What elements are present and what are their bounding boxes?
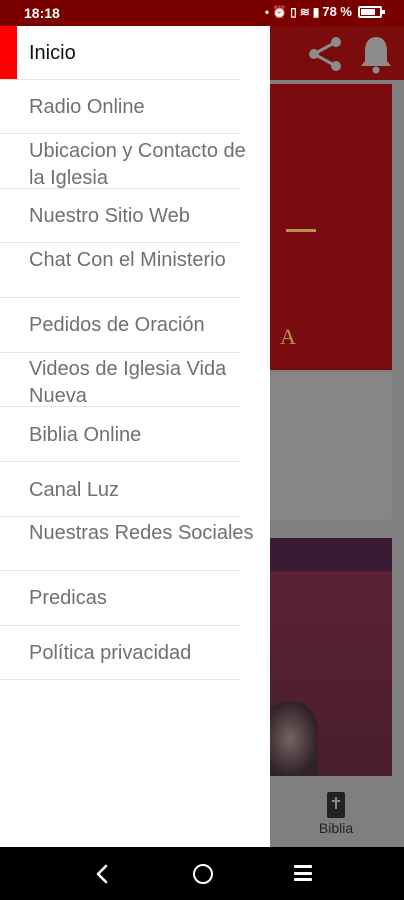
- status-bar: 18:18 • ⏰ ▯ ≋ ▮ 78 %: [0, 0, 404, 26]
- wifi-icon: ≋: [299, 4, 310, 19]
- system-nav-bar: [0, 847, 404, 900]
- status-time: 18:18: [24, 5, 60, 21]
- banner-letter: A: [280, 324, 296, 349]
- menu-item-label: Canal Luz: [29, 479, 120, 501]
- menu-item-label: Biblia Online: [29, 424, 142, 446]
- menu-item-redes-sociales[interactable]: Nuestras Redes Sociales: [0, 517, 270, 571]
- active-indicator: [0, 26, 17, 79]
- alarm-icon: ⏰: [272, 4, 288, 19]
- tab-biblia-label: Biblia: [318, 820, 354, 836]
- divider: [0, 679, 240, 680]
- menu-item-ubicacion-contacto[interactable]: Ubicacion y Contacto de la Iglesia: [0, 134, 270, 189]
- navigation-drawer: Inicio Radio Online Ubicacion y Contacto…: [0, 26, 270, 847]
- menu-item-politica-privacidad[interactable]: Política privacidad: [0, 626, 270, 680]
- tab-biblia[interactable]: Biblia: [300, 790, 372, 846]
- menu-item-label: Chat Con el Ministerio: [29, 249, 226, 271]
- dot-icon: •: [264, 4, 270, 19]
- menu-item-videos-iglesia[interactable]: Videos de Iglesia Vida Nueva: [0, 353, 270, 407]
- menu-item-canal-luz[interactable]: Canal Luz: [0, 462, 270, 517]
- menu-item-sitio-web[interactable]: Nuestro Sitio Web: [0, 189, 270, 243]
- video-figure: [262, 702, 318, 776]
- menu-item-label: Inicio: [29, 42, 76, 64]
- recent-apps-icon[interactable]: [294, 865, 312, 881]
- menu-item-label: Videos de Iglesia Vida Nueva: [29, 358, 227, 407]
- banner-decoration: [286, 229, 316, 232]
- menu-item-pedidos-oracion[interactable]: Pedidos de Oración: [0, 298, 270, 353]
- bible-icon: [327, 792, 345, 818]
- home-icon[interactable]: [193, 864, 213, 884]
- menu-item-radio-online[interactable]: Radio Online: [0, 80, 270, 134]
- battery-icon: [358, 5, 385, 18]
- menu-item-label: Predicas: [29, 587, 107, 609]
- status-icons: • ⏰ ▯ ≋ ▮ 78 %: [264, 4, 385, 19]
- menu-item-label: Radio Online: [29, 96, 145, 118]
- battery-percent: 78 %: [322, 4, 352, 19]
- vibrate-icon: ▯: [290, 4, 297, 19]
- menu-item-predicas[interactable]: Predicas: [0, 571, 270, 626]
- bell-icon[interactable]: [358, 34, 394, 74]
- back-icon[interactable]: [92, 863, 112, 885]
- menu-item-inicio[interactable]: Inicio: [0, 26, 270, 80]
- menu-item-biblia-online[interactable]: Biblia Online: [0, 407, 270, 462]
- share-icon[interactable]: [305, 34, 345, 74]
- menu-item-label: Pedidos de Oración: [29, 314, 205, 336]
- battery-fill: [361, 8, 376, 15]
- signal-icon: ▮: [312, 4, 320, 19]
- menu-item-label: Nuestro Sitio Web: [29, 205, 190, 227]
- menu-item-label: Nuestras Redes Sociales: [29, 522, 254, 544]
- menu-item-label: Política privacidad: [29, 642, 192, 664]
- menu-item-label: Ubicacion y Contacto de la Iglesia: [29, 140, 246, 189]
- menu-item-chat-ministerio[interactable]: Chat Con el Ministerio: [0, 243, 270, 298]
